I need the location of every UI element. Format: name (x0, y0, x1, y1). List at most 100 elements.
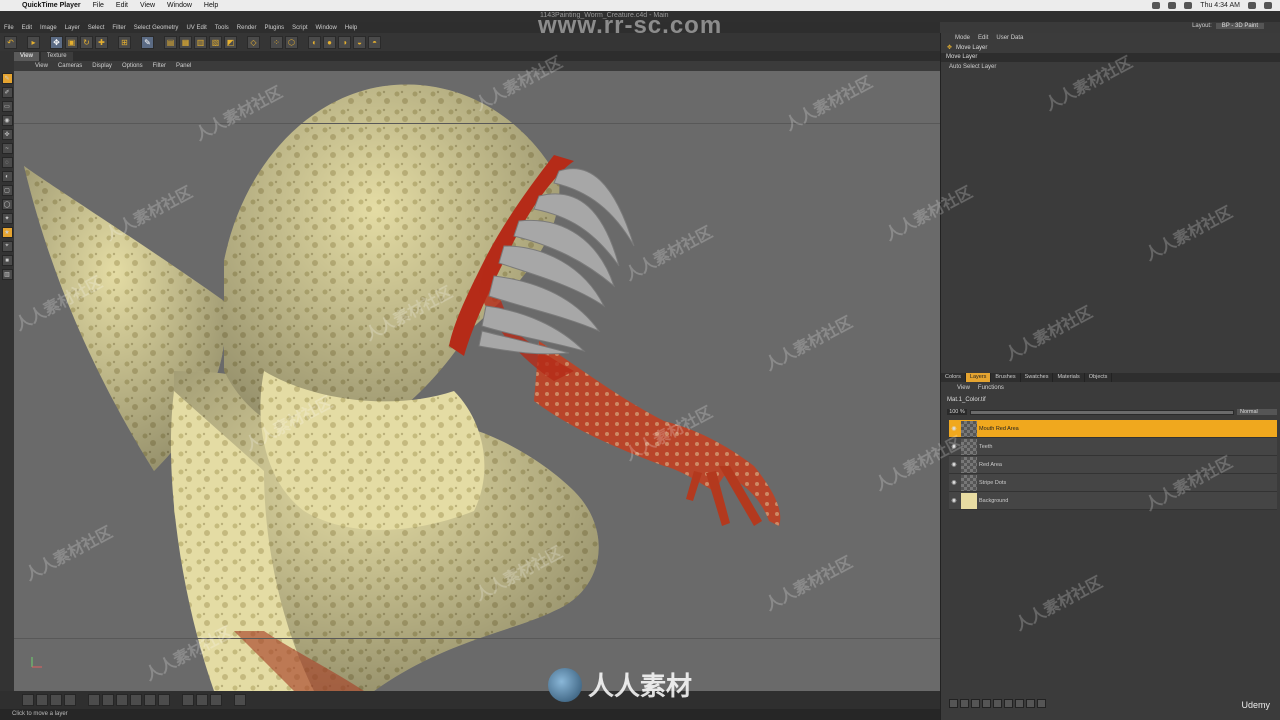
opacity-value[interactable]: 100 % (947, 409, 967, 415)
rotate-icon[interactable]: ↻ (80, 35, 93, 49)
volume-icon[interactable] (1168, 2, 1177, 9)
paint-setup-icon[interactable]: ◐ (308, 35, 321, 49)
siri-icon[interactable] (1264, 2, 1272, 9)
selection-lasso-icon[interactable]: ◯ (1, 199, 13, 210)
live-select-icon[interactable]: ▸ (27, 35, 40, 49)
viewport-menu-cameras[interactable]: Cameras (53, 63, 87, 69)
visibility-eye-icon[interactable]: ◉ (949, 461, 959, 468)
viewport-menu-filter[interactable]: Filter (148, 63, 171, 69)
auto-select-layer-checkbox[interactable]: Auto Select Layer (941, 62, 1280, 72)
brush-tool-icon[interactable]: ✎ (1, 73, 13, 84)
menu-file[interactable]: File (87, 2, 110, 9)
scale-icon[interactable]: ▣ (65, 35, 78, 49)
dodge-tool-icon[interactable]: ◐ (1, 171, 13, 182)
merge-layer-icon[interactable] (993, 698, 1002, 708)
attr-menu-mode[interactable]: Mode (955, 35, 970, 41)
uv-polygons-icon[interactable]: ⬡ (285, 35, 298, 49)
viewport-menu-options[interactable]: Options (117, 63, 148, 69)
viewport-menu-view[interactable]: View (30, 63, 53, 69)
search-icon[interactable] (1248, 2, 1256, 9)
tab-texture[interactable]: Texture (40, 52, 73, 61)
battery-icon[interactable] (1184, 2, 1193, 9)
eraser-tool-icon[interactable]: ▭ (1, 101, 13, 112)
c4d-menu-script[interactable]: Script (288, 25, 311, 31)
visibility-eye-icon[interactable]: ◉ (949, 425, 959, 432)
move-icon[interactable]: ✥ (50, 35, 63, 49)
scale-key-button[interactable] (144, 694, 156, 706)
tab-view[interactable]: View (14, 52, 39, 61)
smudge-tool-icon[interactable]: ~ (1, 143, 13, 154)
position-key-button[interactable] (130, 694, 142, 706)
c4d-menu-plugins[interactable]: Plugins (260, 25, 288, 31)
magic-wand-icon[interactable]: ✦ (1, 213, 13, 224)
color-swatch-icon[interactable]: ■ (1, 255, 13, 266)
3d-viewport[interactable] (14, 71, 940, 691)
opacity-slider[interactable] (970, 409, 1234, 415)
fill-tool-icon[interactable]: ◉ (1, 115, 13, 126)
timeline-button[interactable] (210, 694, 222, 706)
worm-creature-model[interactable] (14, 71, 940, 691)
c4d-menu-image[interactable]: Image (36, 25, 61, 31)
layer-row[interactable]: ◉ Teeth (949, 438, 1277, 456)
pencil-tool-icon[interactable]: ✐ (1, 87, 13, 98)
render-picture-icon[interactable]: ▧ (209, 35, 222, 49)
projection-icon[interactable]: ⊞ (118, 35, 131, 49)
attr-menu-user-data[interactable]: User Data (996, 35, 1023, 41)
prev-button[interactable] (36, 694, 48, 706)
render-region-icon[interactable]: ▦ (179, 35, 192, 49)
layers-menu-functions[interactable]: Functions (978, 385, 1004, 391)
attr-menu-edit[interactable]: Edit (978, 35, 988, 41)
scheme-button[interactable] (234, 694, 246, 706)
visibility-eye-icon[interactable]: ◉ (949, 497, 959, 504)
layout-dropdown[interactable]: BP - 3D Paint (1215, 23, 1264, 29)
c4d-menu-help[interactable]: Help (341, 25, 361, 31)
uv-points-icon[interactable]: ⁘ (270, 35, 283, 49)
play-button[interactable] (50, 694, 62, 706)
c4d-menu-edit[interactable]: Edit (18, 25, 36, 31)
tab-objects[interactable]: Objects (1085, 373, 1113, 382)
menu-view[interactable]: View (134, 2, 161, 9)
transform-icon[interactable]: ✚ (95, 35, 108, 49)
star-icon[interactable]: ★ (1, 227, 13, 238)
visibility-eye-icon[interactable]: ◉ (949, 479, 959, 486)
menu-help[interactable]: Help (198, 2, 224, 9)
c4d-menu-select-geometry[interactable]: Select Geometry (130, 25, 183, 31)
lock-layer-icon[interactable] (1004, 698, 1013, 708)
tab-materials[interactable]: Materials (1053, 373, 1085, 382)
new-folder-icon[interactable] (960, 698, 969, 708)
c4d-menu-tools[interactable]: Tools (211, 25, 233, 31)
paint-brush-icon[interactable]: ✎ (141, 35, 154, 49)
c4d-menu-uv-edit[interactable]: UV Edit (182, 25, 210, 31)
menu-app[interactable]: QuickTime Player (16, 2, 87, 9)
c4d-menu-layer[interactable]: Layer (61, 25, 84, 31)
channel-icon[interactable]: ◒ (353, 35, 366, 49)
tab-colors[interactable]: Colors (941, 373, 966, 382)
material-icon[interactable]: ● (323, 35, 336, 49)
projection-paint-icon[interactable]: ◓ (368, 35, 381, 49)
c4d-menu-select[interactable]: Select (84, 25, 109, 31)
layer-mask-icon[interactable] (971, 698, 980, 708)
first-frame-button[interactable] (22, 694, 34, 706)
c4d-menu-file[interactable]: File (0, 25, 18, 31)
undo-icon[interactable]: ↶ (4, 35, 17, 49)
layer-effects-icon[interactable] (1015, 698, 1024, 708)
autokey-button[interactable] (102, 694, 114, 706)
selection-rect-icon[interactable]: ▢ (1, 185, 13, 196)
render-settings-icon[interactable]: ▥ (194, 35, 207, 49)
layer-mode-icon[interactable]: ◑ (338, 35, 351, 49)
c4d-menu-window[interactable]: Window (312, 25, 341, 31)
pla-key-button[interactable] (196, 694, 208, 706)
menu-window[interactable]: Window (161, 2, 198, 9)
blend-mode-dropdown[interactable]: Normal (1237, 409, 1277, 415)
blur-tool-icon[interactable]: ◌ (1, 157, 13, 168)
eyedropper-icon[interactable]: ⌖ (1, 241, 13, 252)
menu-edit[interactable]: Edit (110, 2, 134, 9)
tab-swatches[interactable]: Swatches (1021, 373, 1054, 382)
adjust-layer-icon[interactable] (1026, 698, 1035, 708)
viewport-menu-panel[interactable]: Panel (171, 63, 196, 69)
duplicate-layer-icon[interactable] (982, 698, 991, 708)
rotation-key-button[interactable] (158, 694, 170, 706)
c4d-menu-render[interactable]: Render (233, 25, 261, 31)
new-layer-icon[interactable] (949, 698, 958, 708)
tab-layers[interactable]: Layers (965, 373, 992, 382)
